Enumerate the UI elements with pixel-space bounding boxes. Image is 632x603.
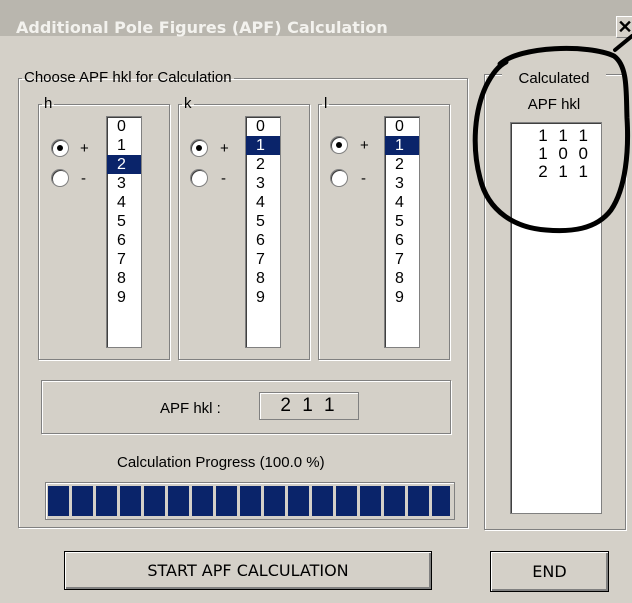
list-item[interactable]: 0 [107, 117, 141, 136]
calculated-item[interactable]: 1 1 1 [511, 127, 601, 145]
l-plus-label: + [360, 137, 369, 154]
k-listbox[interactable]: 0123456789 [245, 116, 281, 348]
calculated-item[interactable]: 2 1 1 [511, 163, 601, 181]
list-item[interactable]: 5 [246, 212, 280, 231]
list-item[interactable]: 2 [107, 155, 141, 174]
h-minus-label: - [81, 170, 86, 187]
list-item[interactable]: 3 [246, 174, 280, 193]
l-listbox[interactable]: 0123456789 [384, 116, 420, 348]
window-title: Additional Pole Figures (APF) Calculatio… [16, 18, 388, 37]
k-minus-label: - [221, 170, 226, 187]
list-item[interactable]: 4 [385, 193, 419, 212]
list-item[interactable]: 6 [385, 231, 419, 250]
l-minus-radio[interactable] [330, 169, 348, 187]
calculated-listbox[interactable]: 1 1 11 0 02 1 1 [510, 122, 602, 514]
list-item[interactable]: 7 [246, 250, 280, 269]
list-item[interactable]: 1 [246, 136, 280, 155]
list-item[interactable]: 9 [385, 288, 419, 307]
list-item[interactable]: 7 [107, 250, 141, 269]
list-item[interactable]: 4 [246, 193, 280, 212]
l-plus-radio[interactable] [330, 136, 348, 154]
list-item[interactable]: 6 [107, 231, 141, 250]
k-group: k [178, 96, 310, 360]
list-item[interactable]: 8 [246, 269, 280, 288]
calculated-legend-line1: Calculated [518, 70, 590, 87]
h-legend: h [44, 95, 53, 112]
list-item[interactable]: 8 [107, 269, 141, 288]
close-icon: ✕ [617, 17, 632, 37]
list-item[interactable]: 1 [385, 136, 419, 155]
k-plus-label: + [220, 140, 229, 157]
choose-apf-legend: Choose APF hkl for Calculation [24, 69, 232, 86]
list-item[interactable]: 0 [385, 117, 419, 136]
list-item[interactable]: 3 [107, 174, 141, 193]
start-apf-calculation-button[interactable]: START APF CALCULATION [64, 551, 432, 590]
progress-label: Calculation Progress (100.0 %) [117, 454, 325, 471]
list-item[interactable]: 5 [107, 212, 141, 231]
list-item[interactable]: 3 [385, 174, 419, 193]
calculated-item[interactable]: 1 0 0 [511, 145, 601, 163]
close-button[interactable]: ✕ [616, 16, 632, 38]
title-bar: Additional Pole Figures (APF) Calculatio… [0, 0, 632, 38]
l-minus-label: - [361, 170, 366, 187]
calculated-legend-line2: APF hkl [527, 96, 581, 113]
list-item[interactable]: 2 [385, 155, 419, 174]
list-item[interactable]: 6 [246, 231, 280, 250]
progress-bar [45, 482, 455, 520]
h-plus-radio[interactable] [51, 139, 69, 157]
list-item[interactable]: 5 [385, 212, 419, 231]
k-legend: k [184, 95, 192, 112]
apf-hkl-value: 2 1 1 [259, 392, 359, 420]
list-item[interactable]: 0 [246, 117, 280, 136]
apf-hkl-panel [41, 380, 451, 434]
list-item[interactable]: 2 [246, 155, 280, 174]
list-item[interactable]: 9 [107, 288, 141, 307]
h-plus-label: + [80, 140, 89, 157]
k-minus-radio[interactable] [190, 169, 208, 187]
h-group: h [38, 96, 170, 360]
calculated-legend: Calculated APF hkl [502, 66, 606, 118]
list-item[interactable]: 4 [107, 193, 141, 212]
list-item[interactable]: 1 [107, 136, 141, 155]
k-plus-radio[interactable] [190, 139, 208, 157]
list-item[interactable]: 7 [385, 250, 419, 269]
list-item[interactable]: 8 [385, 269, 419, 288]
apf-hkl-label: APF hkl : [160, 400, 221, 417]
progress-fill [48, 486, 450, 516]
list-item[interactable]: 9 [246, 288, 280, 307]
end-button[interactable]: END [490, 551, 609, 592]
h-listbox[interactable]: 0123456789 [106, 116, 142, 348]
l-legend: l [324, 95, 328, 112]
h-minus-radio[interactable] [51, 169, 69, 187]
